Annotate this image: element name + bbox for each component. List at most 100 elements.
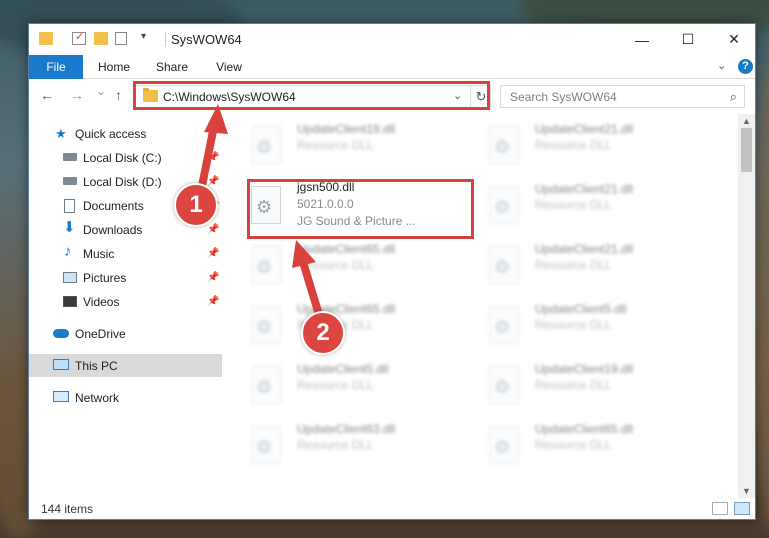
scroll-down-icon[interactable]: ▼	[742, 486, 751, 496]
pin-icon[interactable]: 📌	[207, 152, 219, 163]
maximize-button[interactable]: ☐	[665, 24, 711, 55]
new-folder-icon[interactable]	[94, 32, 108, 45]
large-icons-view-icon[interactable]	[734, 502, 750, 515]
sidebar-item-pictures[interactable]: Pictures 📌	[29, 266, 222, 289]
onedrive-icon	[53, 329, 69, 338]
pin-icon[interactable]: 📌	[207, 296, 219, 307]
sidebar-item-label: Local Disk (D:)	[83, 174, 162, 189]
pictures-icon	[63, 272, 77, 283]
sidebar-item-label: Videos	[83, 294, 120, 309]
sidebar-item-label: Music	[83, 246, 115, 261]
search-placeholder: Search SysWOW64	[510, 90, 617, 104]
scroll-up-icon[interactable]: ▲	[742, 116, 751, 126]
file-list: UpdateClient19.dll Resource DLL UpdateCl…	[229, 114, 737, 498]
file-tile[interactable]: UpdateClient5.dll Resource DLL	[467, 294, 697, 354]
tab-view[interactable]: View	[204, 55, 254, 79]
file-tile[interactable]: UpdateClient65.dll Resource DLL	[229, 294, 459, 354]
sidebar-item-label: Network	[75, 390, 120, 405]
file-description: Resource DLL	[297, 378, 374, 392]
item-count: 144 items	[41, 502, 94, 516]
file-description: Resource DLL	[535, 378, 612, 392]
dll-file-icon	[251, 126, 281, 164]
file-tile[interactable]: UpdateClient63.dll Resource DLL	[229, 414, 459, 474]
this-pc-icon	[53, 359, 69, 370]
title-separator	[165, 32, 166, 47]
file-name: UpdateClient21.dll	[535, 182, 634, 196]
sidebar-item-network[interactable]: Network	[29, 386, 222, 409]
file-tile[interactable]: UpdateClient65.dll Resource DLL	[229, 234, 459, 294]
sidebar-item-label: This PC	[75, 358, 118, 373]
sidebar-item-label: OneDrive	[75, 326, 126, 341]
pin-icon[interactable]: 📌	[207, 272, 219, 283]
up-button[interactable]: ↑	[115, 87, 122, 103]
customize-toolbar-icon[interactable]	[115, 32, 127, 45]
music-icon: ♪	[64, 243, 72, 260]
sidebar-item-local-disk-c[interactable]: Local Disk (C:) 📌	[29, 146, 222, 169]
search-icon: ⌕	[729, 89, 737, 104]
file-description: Resource DLL	[535, 138, 612, 152]
file-tile[interactable]: UpdateClient19.dll Resource DLL	[467, 354, 697, 414]
sidebar-item-this-pc[interactable]: This PC	[29, 354, 222, 377]
folder-icon	[39, 32, 53, 45]
back-button[interactable]: ←	[40, 87, 54, 103]
file-tile[interactable]: UpdateClient21.dll Resource DLL	[467, 174, 697, 234]
step-1-badge: 1	[174, 183, 218, 227]
file-description: Resource DLL	[297, 438, 374, 452]
tab-file[interactable]: File	[29, 55, 83, 79]
file-tile[interactable]: UpdateClient65.dll Resource DLL	[467, 414, 697, 474]
sidebar-item-videos[interactable]: Videos 📌	[29, 290, 222, 313]
properties-icon[interactable]: ✓	[72, 31, 86, 45]
file-tile[interactable]: UpdateClient19.dll Resource DLL	[229, 114, 459, 174]
search-input[interactable]: Search SysWOW64 ⌕	[500, 85, 745, 108]
file-name: UpdateClient19.dll	[297, 122, 396, 136]
help-icon[interactable]: ?	[738, 59, 753, 74]
file-tile[interactable]: UpdateClient5.dll Resource DLL	[229, 354, 459, 414]
sidebar-item-music[interactable]: ♪ Music 📌	[29, 242, 222, 265]
sidebar-item-label: Local Disk (C:)	[83, 150, 162, 165]
drive-icon	[63, 177, 77, 185]
address-bar-highlight	[133, 81, 490, 110]
file-name: UpdateClient5.dll	[297, 362, 389, 376]
ribbon-tabs: File Home Share View ⌄ ?	[29, 55, 755, 79]
dll-file-icon	[251, 366, 281, 404]
dll-file-icon	[489, 246, 519, 284]
dll-file-icon	[489, 366, 519, 404]
forward-button[interactable]: →	[70, 87, 84, 103]
step-2-badge: 2	[301, 311, 345, 355]
dll-file-icon	[251, 246, 281, 284]
dll-file-icon	[251, 306, 281, 344]
sidebar-item-onedrive[interactable]: OneDrive	[29, 322, 222, 345]
file-tile[interactable]: UpdateClient21.dll Resource DLL	[467, 234, 697, 294]
tab-share[interactable]: Share	[147, 55, 197, 79]
tab-home[interactable]: Home	[89, 55, 139, 79]
sidebar-item-label: Documents	[83, 198, 144, 213]
file-tile[interactable]: UpdateClient21.dll Resource DLL	[467, 114, 697, 174]
file-name: UpdateClient21.dll	[535, 122, 634, 136]
maximize-icon: ☐	[681, 31, 695, 47]
sidebar-item-label: Quick access	[75, 126, 147, 141]
pin-icon[interactable]: 📌	[207, 176, 219, 187]
pin-icon[interactable]: 📌	[207, 248, 219, 259]
file-name: UpdateClient63.dll	[297, 422, 396, 436]
sidebar-item-label: Downloads	[83, 222, 143, 237]
dll-file-icon	[251, 426, 281, 464]
file-description: Resource DLL	[297, 138, 374, 152]
recent-locations-button[interactable]: ⌄	[96, 84, 106, 98]
file-description: Resource DLL	[535, 438, 612, 452]
scroll-thumb[interactable]	[741, 128, 752, 172]
minimize-button[interactable]: —	[619, 24, 665, 55]
close-button[interactable]: ✕	[711, 24, 755, 55]
file-description: Resource DLL	[297, 258, 374, 272]
window-title: SysWOW64	[171, 32, 242, 47]
expand-ribbon-icon[interactable]: ⌄	[717, 59, 726, 72]
customize-dropdown-icon[interactable]: ▾	[141, 31, 146, 42]
file-description: Resource DLL	[535, 258, 612, 272]
details-view-icon[interactable]	[712, 502, 728, 515]
file-name: UpdateClient65.dll	[535, 422, 634, 436]
sidebar-item-quick-access[interactable]: ★ Quick access	[29, 122, 222, 145]
vertical-scrollbar[interactable]: ▲ ▼	[738, 114, 755, 498]
network-icon	[53, 391, 69, 402]
videos-icon	[63, 296, 77, 307]
documents-icon	[64, 199, 75, 213]
pin-icon[interactable]: 📌	[207, 224, 219, 235]
